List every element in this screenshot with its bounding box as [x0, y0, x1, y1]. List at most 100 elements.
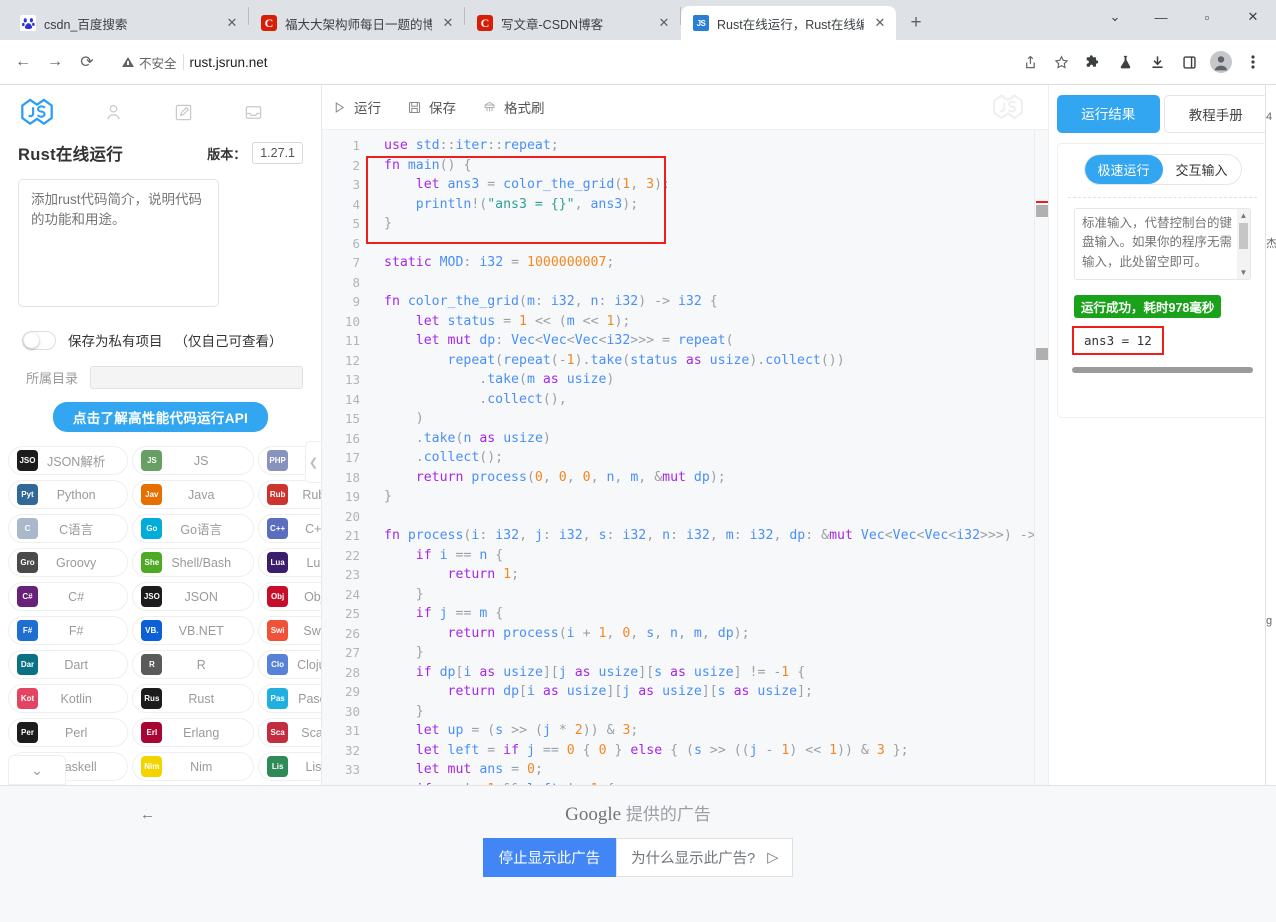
code-line[interactable]: } — [384, 643, 1048, 663]
language-more-button[interactable]: ⌄ — [8, 755, 66, 785]
code-line[interactable]: } — [384, 585, 1048, 605]
code-line[interactable]: static MOD: i32 = 1000000007; — [384, 253, 1048, 273]
code-line[interactable]: return dp[i as usize][j as usize][s as u… — [384, 682, 1048, 702]
language-item[interactable]: Rub Ruby — [258, 480, 321, 509]
code-line[interactable]: return process(0, 0, 0, n, m, &mut dp); — [384, 468, 1048, 488]
mode-fast-run[interactable]: 极速运行 — [1084, 155, 1163, 184]
code-line[interactable]: .collect(); — [384, 448, 1048, 468]
run-button[interactable]: 运行 — [332, 97, 381, 117]
code-line[interactable]: return process(i + 1, 0, s, n, m, dp); — [384, 624, 1048, 644]
code-line[interactable]: let mut ans = 0; — [384, 760, 1048, 780]
code-line[interactable] — [384, 507, 1048, 527]
language-item[interactable]: Dar Dart — [8, 650, 129, 679]
browser-tab-1[interactable]: C 福大大架构师每日一题的博客_CS ✕ — [249, 6, 464, 40]
why-this-ad-button[interactable]: 为什么显示此广告? ▷ — [616, 838, 794, 877]
language-item[interactable]: Per Perl — [8, 718, 129, 747]
extensions-puzzle-icon[interactable] — [1078, 47, 1108, 77]
language-item[interactable]: Swi Swift — [258, 616, 321, 645]
not-secure-indicator[interactable]: 不安全 — [122, 53, 177, 72]
mode-interactive-input[interactable]: 交互输入 — [1163, 155, 1241, 184]
tab-search-chevron-down-icon[interactable]: ⌄ — [1092, 0, 1138, 34]
window-close-icon[interactable]: ✕ — [1230, 0, 1276, 34]
code-line[interactable]: ) — [384, 409, 1048, 429]
downloads-icon[interactable] — [1142, 47, 1172, 77]
scroll-up-arrow-icon[interactable]: ▲ — [1240, 211, 1248, 220]
private-project-toggle[interactable] — [22, 330, 56, 350]
bookmark-star-icon[interactable] — [1046, 47, 1076, 77]
code-line[interactable]: } — [384, 487, 1048, 507]
code-line[interactable]: use std::iter::repeat; — [384, 136, 1048, 156]
code-line[interactable]: let ans3 = color_the_grid(1, 3); — [384, 175, 1048, 195]
forward-icon[interactable]: → — [40, 47, 70, 77]
browser-tab-3[interactable]: JS Rust在线运行，Rust在线编程 ✕ — [681, 6, 896, 40]
language-item[interactable]: Nim Nim — [132, 752, 255, 781]
sidebar-collapse-button[interactable]: ❮ — [305, 441, 321, 483]
edit-icon[interactable] — [172, 101, 194, 123]
language-item[interactable]: Jav Java — [132, 480, 255, 509]
output-horizontal-scrollbar[interactable] — [1072, 367, 1253, 373]
tab-run-result[interactable]: 运行结果 — [1057, 95, 1160, 133]
description-textarea[interactable] — [18, 179, 219, 307]
code-line[interactable]: fn main() { — [384, 156, 1048, 176]
api-info-button[interactable]: 点击了解高性能代码运行API — [52, 402, 269, 432]
language-item[interactable]: JSO JSON — [132, 582, 255, 611]
sidepanel-icon[interactable] — [1174, 47, 1204, 77]
language-item[interactable]: F# F# — [8, 616, 129, 645]
window-minimize-icon[interactable]: — — [1138, 0, 1184, 34]
code-line[interactable]: } — [384, 702, 1048, 722]
language-item[interactable]: She Shell/Bash — [132, 548, 255, 577]
save-button[interactable]: 保存 — [407, 97, 456, 117]
tab-close-icon[interactable]: ✕ — [440, 15, 456, 31]
stdin-scrollbar[interactable]: ▲ ▼ — [1237, 209, 1250, 279]
labs-flask-icon[interactable] — [1110, 47, 1140, 77]
code-line[interactable]: .take(m as usize) — [384, 370, 1048, 390]
window-maximize-icon[interactable]: ▫ — [1184, 0, 1230, 34]
code-line[interactable]: return 1; — [384, 565, 1048, 585]
code-line[interactable] — [384, 234, 1048, 254]
code-line[interactable]: if j == m { — [384, 604, 1048, 624]
language-item[interactable]: VB. VB.NET — [132, 616, 255, 645]
format-button[interactable]: 格式刷 — [482, 97, 545, 117]
language-item[interactable]: C++ C++ — [258, 514, 321, 543]
code-line[interactable]: let status = 1 << (m << 1); — [384, 312, 1048, 332]
language-item[interactable]: C# C# — [8, 582, 129, 611]
browser-tab-0[interactable]: csdn_百度搜索 ✕ — [8, 6, 248, 40]
reload-icon[interactable]: ⟳ — [72, 47, 102, 77]
inbox-icon[interactable] — [242, 101, 264, 123]
language-item[interactable]: Lua Lua — [258, 548, 321, 577]
language-item[interactable]: C C语言 — [8, 514, 129, 543]
language-item[interactable]: Lis Lisp — [258, 752, 321, 781]
language-item[interactable]: Erl Erlang — [132, 718, 255, 747]
code-line[interactable]: if dp[i as usize][j as usize][s as usize… — [384, 663, 1048, 683]
code-line[interactable]: .collect(), — [384, 390, 1048, 410]
user-icon[interactable] — [102, 101, 124, 123]
tab-close-icon[interactable]: ✕ — [872, 15, 888, 31]
tab-close-icon[interactable]: ✕ — [656, 15, 672, 31]
scrollbar-thumb[interactable] — [1239, 223, 1248, 249]
code-line[interactable]: if i == n { — [384, 546, 1048, 566]
browser-tab-2[interactable]: C 写文章-CSDN博客 ✕ — [465, 6, 680, 40]
language-item[interactable]: Clo Clojure — [258, 650, 321, 679]
code-line[interactable]: fn process(i: i32, j: i32, s: i32, n: i3… — [384, 526, 1048, 546]
language-item[interactable]: Rus Rust — [132, 684, 255, 713]
language-item[interactable]: JS JS — [132, 446, 255, 475]
new-tab-button[interactable]: + — [902, 9, 930, 37]
code-line[interactable]: println!("ans3 = {}", ans3); — [384, 195, 1048, 215]
tab-close-icon[interactable]: ✕ — [224, 15, 240, 31]
profile-avatar-icon[interactable] — [1206, 47, 1236, 77]
address-bar[interactable]: 不安全 rust.jsrun.net — [112, 48, 1006, 76]
version-selector[interactable]: 版本： 1.27.1 — [207, 142, 303, 164]
language-item[interactable]: Gro Groovy — [8, 548, 129, 577]
back-icon[interactable]: ← — [8, 47, 38, 77]
language-item[interactable]: Go Go语言 — [132, 514, 255, 543]
code-line[interactable] — [384, 273, 1048, 293]
language-item[interactable]: Kot Kotlin — [8, 684, 129, 713]
language-item[interactable]: Pas Pascal — [258, 684, 321, 713]
scroll-down-arrow-icon[interactable]: ▼ — [1240, 268, 1248, 277]
stop-showing-ad-button[interactable]: 停止显示此广告 — [482, 838, 617, 877]
code-content[interactable]: use std::iter::repeat; fn main() { let an… — [370, 130, 1048, 785]
code-line[interactable]: let mut dp: Vec<Vec<Vec<i32>>> = repeat( — [384, 331, 1048, 351]
jsrun-logo-icon[interactable] — [18, 97, 54, 127]
language-item[interactable]: Pyt Python — [8, 480, 129, 509]
language-item[interactable]: JSO JSON解析 — [8, 446, 129, 475]
